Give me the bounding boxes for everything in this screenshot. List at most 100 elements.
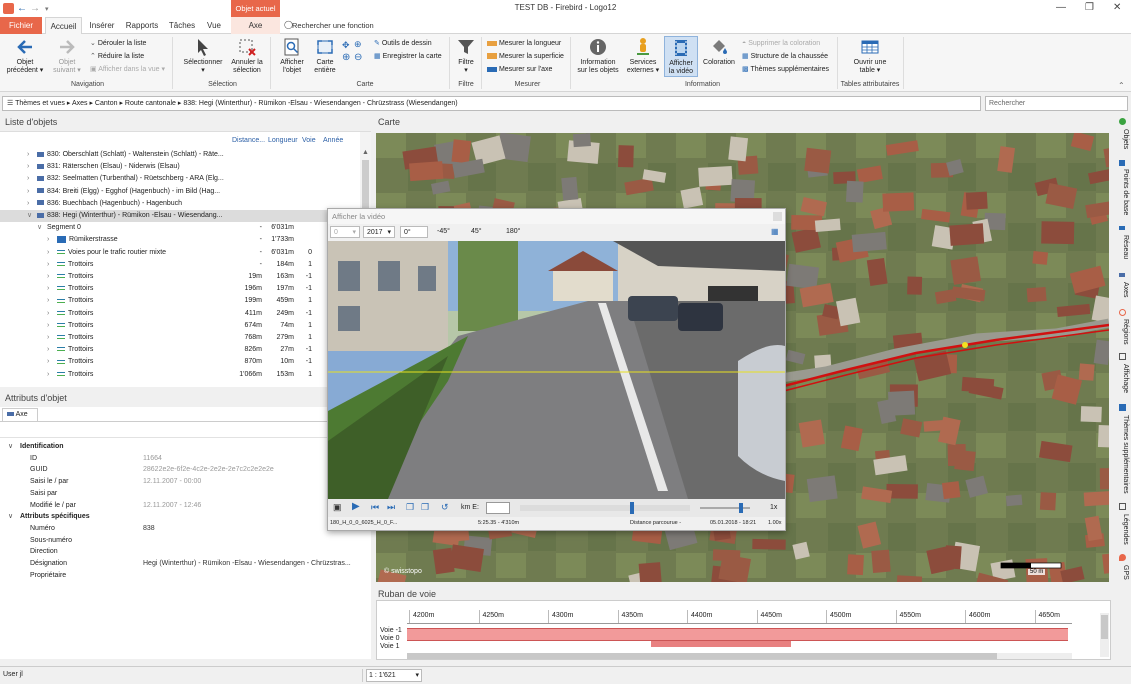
measure-area-button[interactable]: Mesurer la superficie [487,52,564,61]
lane-ribbon[interactable]: 4200m 4250m 4300m 4350m 4400m 4450m 4500m 4550m… [376,600,1111,660]
ribbon-hscroll-thumb[interactable] [407,653,997,659]
list-item[interactable]: › Trottoirs 768m 279m 1 [0,332,360,344]
expand-chevron-icon[interactable]: ∨ [37,222,42,234]
angle-45-button[interactable]: 45° [468,226,485,238]
attribute-section[interactable]: ∨ Identification [0,441,371,452]
breadcrumb-menu-icon[interactable]: ☰ [7,100,15,107]
lane-bar-voie-1[interactable] [651,641,791,647]
remove-coloration-button[interactable]: ◓ Supprimer la coloration [742,39,820,48]
list-item[interactable]: › Trottoirs 1'066m 153m 1 [0,369,360,381]
lock-icon[interactable]: ▣ [333,502,342,513]
list-item[interactable]: › Trottoirs 870m 10m -1 [0,356,360,368]
list-item[interactable]: › Trottoirs 199m 459m 1 [0,295,360,307]
section-collapse-icon[interactable]: ∨ [8,441,13,452]
timeline-slider[interactable] [520,505,690,511]
breadcrumb-item[interactable]: Axes [72,100,88,107]
expand-chevron-icon[interactable]: › [27,149,29,161]
filter-button[interactable]: Filtre ▾ [453,37,479,75]
expand-chevron-icon[interactable]: › [47,356,49,368]
column-header-annee[interactable]: Année [323,137,343,144]
coloration-button[interactable]: Coloration [700,37,738,67]
next-object-button[interactable]: Objet suivant ▾ [48,37,86,75]
angle-input[interactable]: 0° [400,226,428,238]
copy-frame-icon[interactable]: ❐ [406,502,414,513]
open-table-button[interactable]: Ouvrir une table ▾ [848,37,892,75]
tab-axe[interactable]: Axe [231,17,280,34]
breadcrumb-item[interactable]: 838: Hegi (Winterthur) - Rümikon -Elsau … [183,100,457,107]
expand-chevron-icon[interactable]: › [47,320,49,332]
restore-icon[interactable]: ❐ [1085,2,1094,13]
km-input[interactable] [486,502,510,514]
video-frame[interactable] [328,241,785,499]
tab-accueil[interactable]: Accueil [45,17,82,34]
angle-180-button[interactable]: 180° [503,226,523,238]
year-left-select[interactable]: 0 ▾ [330,226,360,238]
speed-thumb[interactable] [739,503,743,513]
ribbon-vscroll-thumb[interactable] [1101,615,1108,639]
list-item[interactable]: ∨ Segment 0 - 6'031m [0,222,360,234]
breadcrumb-item[interactable]: Canton [95,100,118,107]
select-button[interactable]: Sélectionner ▾ [180,37,226,75]
side-tab-axes[interactable]: Axes [1117,282,1129,298]
measure-length-button[interactable]: Mesurer la longueur [487,39,561,48]
column-header-longueur[interactable]: Longueur [268,137,298,144]
zoom-in-icon[interactable]: ⊕ [342,52,350,63]
list-item[interactable]: › 832: Seelmatten (Turbenthal) - Rüetschb… [0,173,360,185]
scale-select[interactable]: 1 : 1'621 ▾ [366,669,422,682]
list-item[interactable]: › Voies pour le trafic routier mixte - 6'03… [0,247,360,259]
expand-chevron-icon[interactable]: › [47,271,49,283]
tab-fichier[interactable]: Fichier [0,17,42,34]
column-header-distance[interactable]: Distance... [232,137,265,144]
show-in-view-button[interactable]: ▣ Afficher dans la vue ▾ [90,65,165,74]
expand-chevron-icon[interactable]: › [27,161,29,173]
expand-chevron-icon[interactable]: › [27,186,29,198]
play-icon[interactable]: ▶ [352,501,360,512]
breadcrumb-item[interactable]: Route cantonale [125,100,176,107]
list-item[interactable]: › 830: Oberschlatt (Schlatt) - Waltenstei… [0,149,360,161]
list-item[interactable]: › 834: Breiti (Elgg) - Egghof (Hagenbuch)… [0,186,360,198]
attribute-section[interactable]: ∨ Attributs spécifiques [0,511,371,522]
side-tab-affichage[interactable]: Affichage [1117,364,1129,393]
list-item[interactable]: › Rümikerstrasse - 1'733m [0,234,360,246]
paste-frame-icon[interactable]: ❐ [421,502,429,513]
video-window[interactable]: Afficher la vidéo 0 ▾ 2017 ▾ 0° -45° 45° 1… [327,208,786,531]
video-close-button[interactable] [773,212,782,221]
expand-chevron-icon[interactable]: › [47,332,49,344]
measure-axis-button[interactable]: Mesurer sur l'axe [487,65,552,74]
cancel-selection-button[interactable]: Annuler la sélection [228,37,266,75]
previous-object-button[interactable]: Objet précédent ▾ [6,37,44,75]
unroll-list-button[interactable]: ⌄ Dérouler la liste [90,39,146,48]
angle-minus-45-button[interactable]: -45° [434,226,453,238]
expand-chevron-icon[interactable]: › [47,247,49,259]
expand-chevron-icon[interactable]: › [47,369,49,381]
close-icon[interactable]: ✕ [1113,2,1121,13]
expand-chevron-icon[interactable]: › [27,198,29,210]
list-item[interactable]: › 836: Buechbach (Hagenbuch) - Hagenbuch [0,198,360,210]
tab-inserer[interactable]: Insérer [85,17,119,34]
list-item[interactable]: › Trottoirs 411m 249m -1 [0,308,360,320]
timeline-thumb[interactable] [630,502,634,514]
expand-chevron-icon[interactable]: › [47,234,49,246]
reduce-list-button[interactable]: ⌃ Réduire la liste [90,52,144,61]
scroll-up-icon[interactable]: ▲ [362,149,369,156]
side-tab-regions[interactable]: Régions [1117,319,1129,345]
lane-bar-voie-minus-1[interactable] [407,628,1068,641]
list-item[interactable]: › Trottoirs - 184m 1 [0,259,360,271]
list-item[interactable]: › 831: Räterschen (Elsau) - Niderwis (Els… [0,161,360,173]
side-tab-gps[interactable]: GPS [1117,565,1129,580]
show-video-button[interactable]: Afficher la vidéo [664,36,698,77]
side-tab-legendes[interactable]: Légendes [1117,514,1129,545]
tell-me-search[interactable]: Rechercher une fonction [292,21,374,30]
zoom-out-icon[interactable]: ⊖ [354,52,362,63]
expand-chevron-icon[interactable]: › [47,344,49,356]
expand-chevron-icon[interactable]: › [47,308,49,320]
return-icon[interactable]: ↺ [441,502,449,513]
side-tab-themes[interactable]: Thèmes supplémentaires [1117,415,1129,494]
attributes-tab-axe[interactable]: Axe [2,408,38,421]
video-window-titlebar[interactable]: Afficher la vidéo [328,209,785,224]
tab-taches[interactable]: Tâches [165,17,199,34]
full-map-button[interactable]: Carte entière [310,37,340,75]
external-services-button[interactable]: Services externes ▾ [624,37,662,75]
expand-chevron-icon[interactable]: › [47,283,49,295]
list-item[interactable]: › Trottoirs 19m 163m -1 [0,271,360,283]
